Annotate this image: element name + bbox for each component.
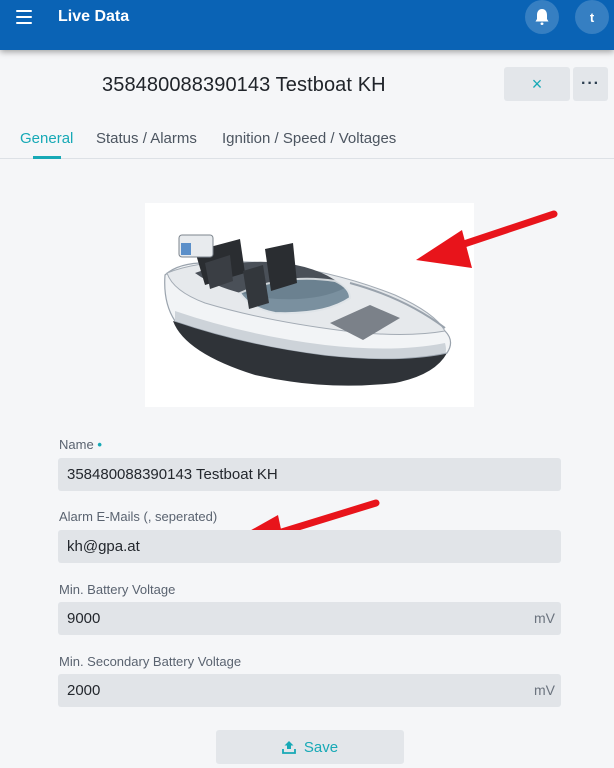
tab-ignition-speed-voltages[interactable]: Ignition / Speed / Voltages	[222, 130, 396, 147]
app-title: Live Data	[58, 8, 130, 25]
battery-voltage-unit: mV	[534, 610, 555, 626]
app-bar: Live Data t	[0, 0, 614, 50]
more-options-button[interactable]: ···	[573, 67, 608, 101]
close-button[interactable]: ×	[504, 67, 570, 101]
save-label: Save	[303, 738, 339, 756]
tab-bar: General Status / Alarms Ignition / Speed…	[0, 120, 614, 159]
name-label: Name •	[59, 437, 102, 452]
alarm-emails-label: Alarm E-Mails (, seperated)	[59, 509, 218, 524]
tab-status-alarms[interactable]: Status / Alarms	[96, 130, 197, 147]
battery-voltage-input[interactable]	[58, 602, 561, 635]
secondary-battery-voltage-unit: mV	[534, 682, 555, 698]
name-field[interactable]	[58, 458, 561, 491]
page-title: 358480088390143 Testboat KH	[102, 74, 386, 96]
bell-icon	[535, 9, 549, 25]
secondary-battery-voltage-field[interactable]: mV	[58, 674, 561, 707]
notifications-button[interactable]	[525, 0, 559, 34]
secondary-battery-voltage-input[interactable]	[58, 674, 561, 707]
tab-general[interactable]: General	[20, 130, 73, 147]
alarm-emails-input[interactable]	[58, 530, 561, 563]
menu-icon[interactable]	[16, 10, 32, 24]
user-avatar[interactable]: t	[575, 0, 609, 34]
required-marker: •	[97, 437, 102, 452]
upload-icon	[281, 741, 296, 754]
active-tab-indicator	[33, 156, 61, 159]
battery-voltage-label: Min. Battery Voltage	[59, 582, 176, 597]
name-input[interactable]	[58, 458, 561, 491]
battery-voltage-field[interactable]: mV	[58, 602, 561, 635]
alarm-emails-field[interactable]	[58, 530, 561, 563]
save-button[interactable]: Save	[216, 730, 404, 764]
secondary-battery-voltage-label: Min. Secondary Battery Voltage	[59, 654, 242, 669]
boat-image	[145, 203, 474, 407]
